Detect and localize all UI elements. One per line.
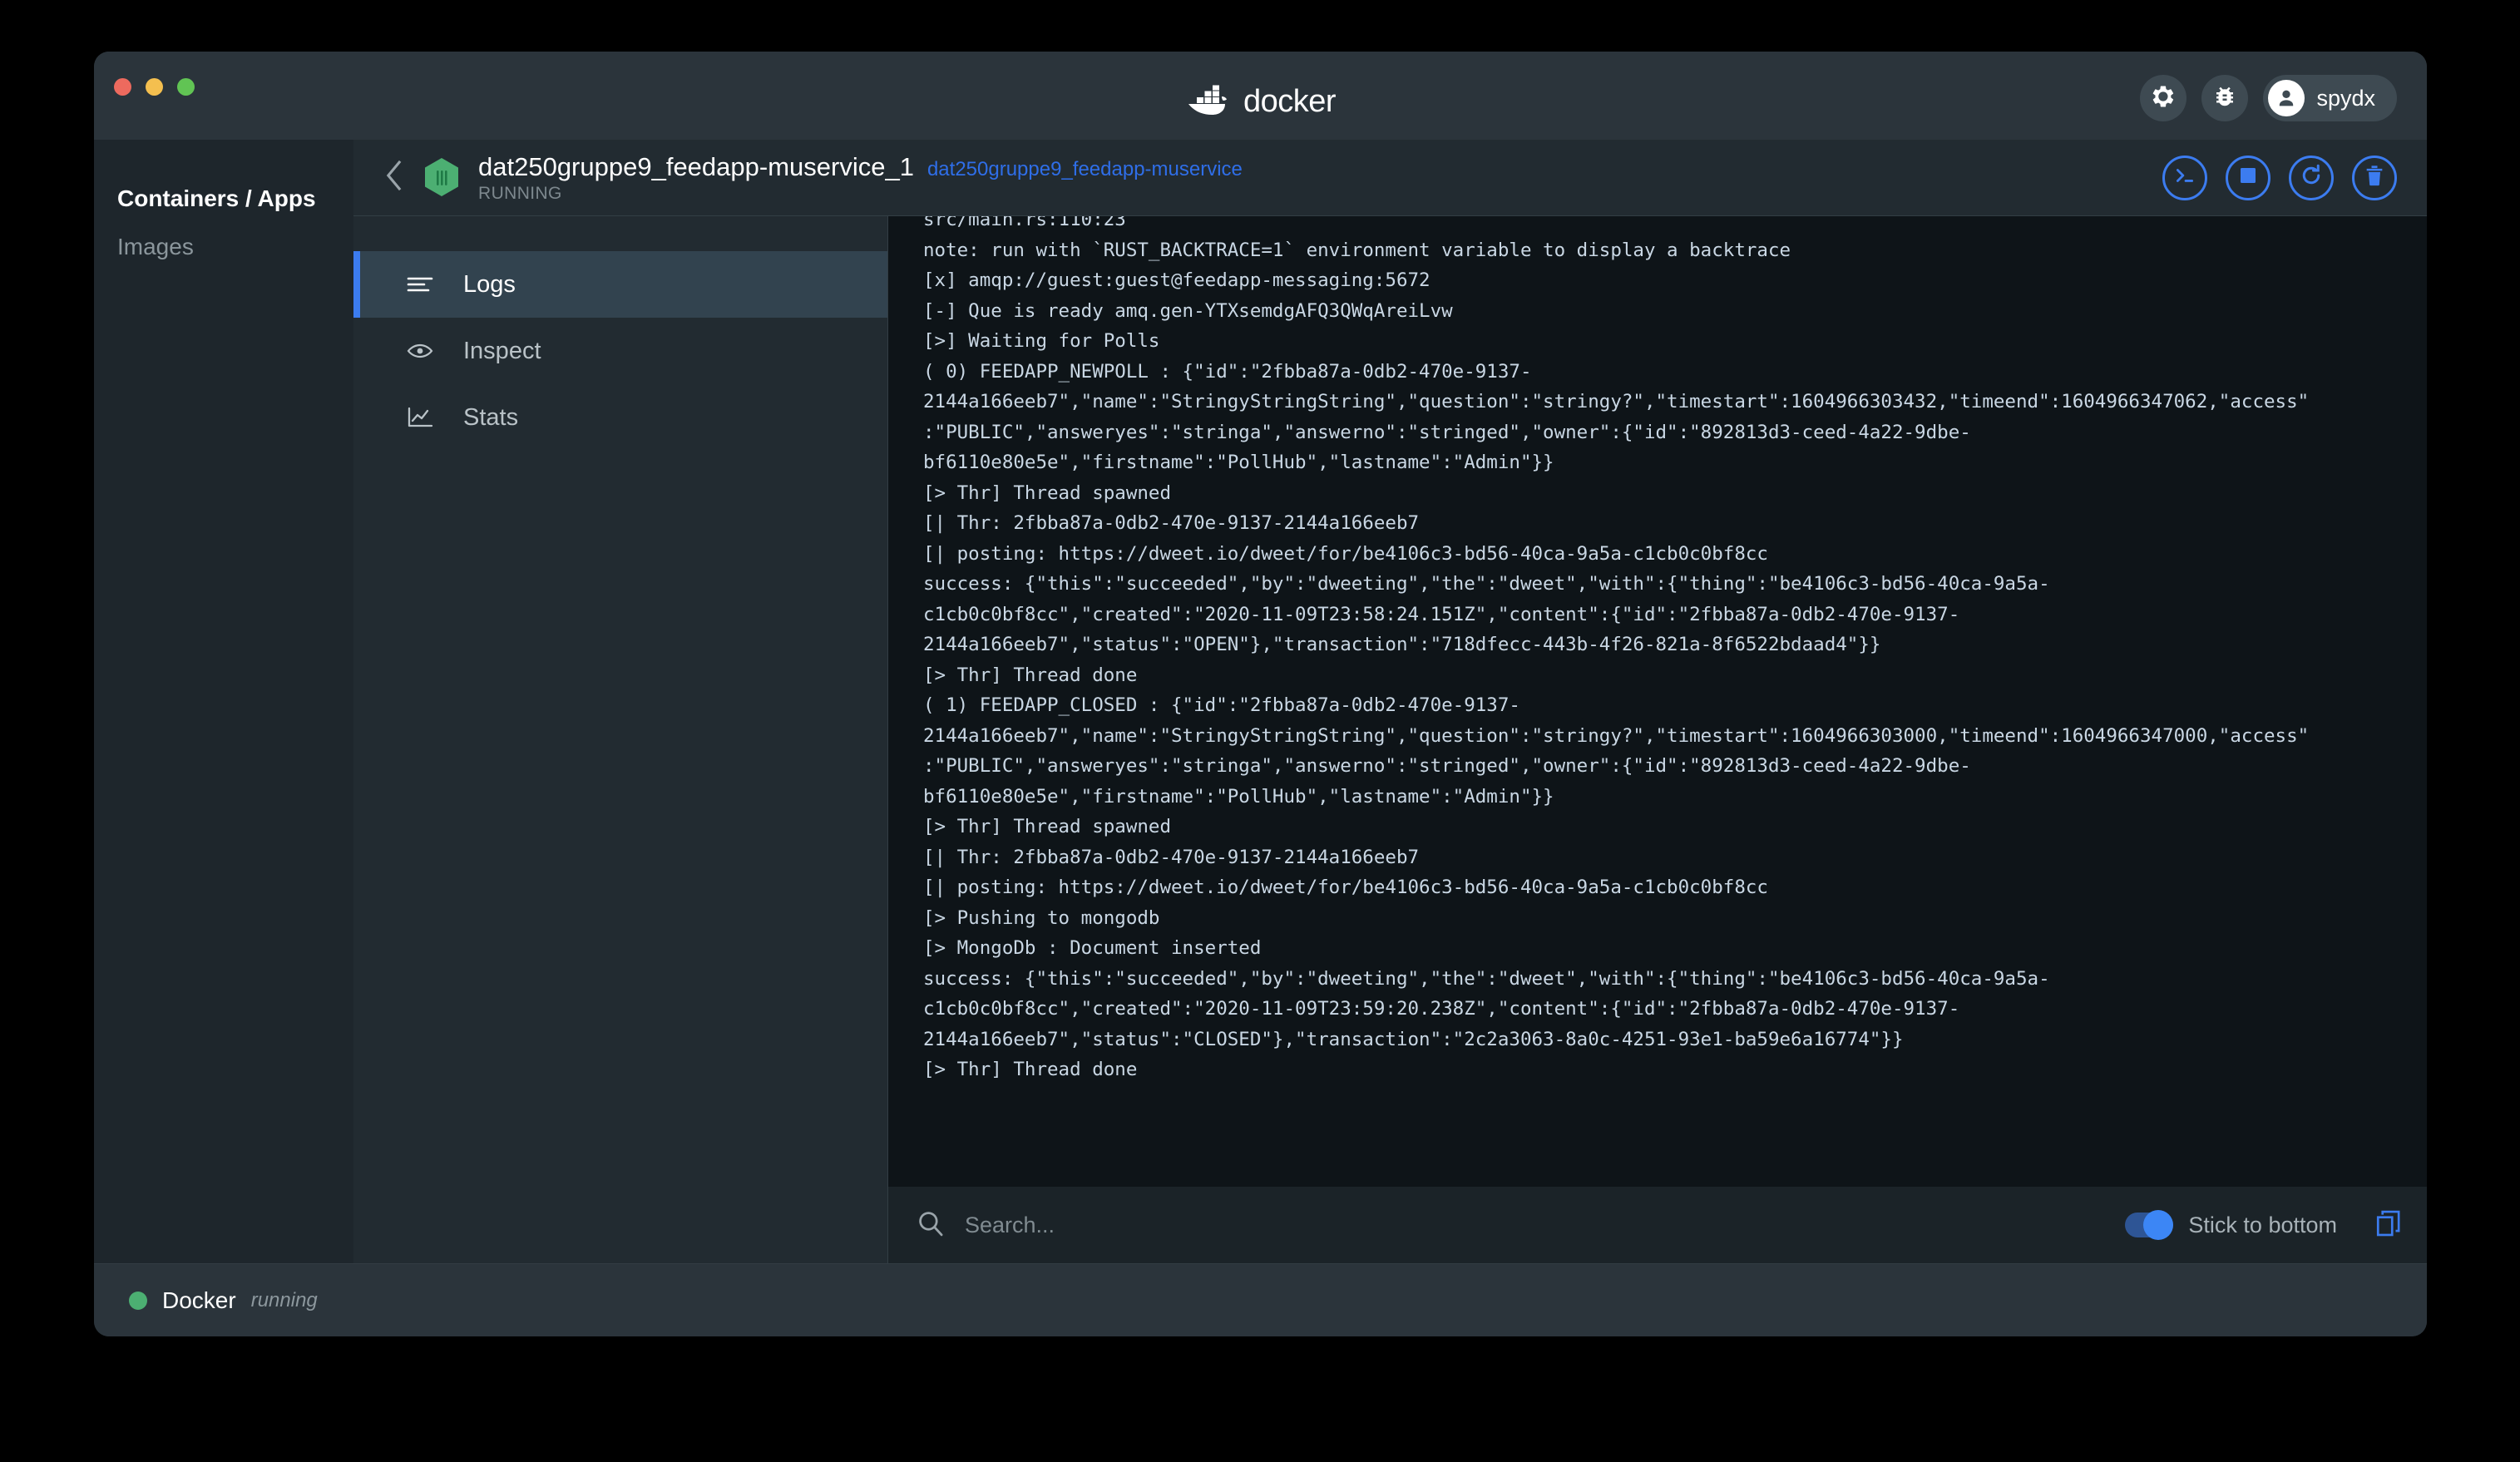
- detail-panel: Logs Inspect Stats src/main.rs:110:23 no…: [353, 216, 2427, 1263]
- docker-whale-icon: [1185, 83, 1232, 121]
- cli-button[interactable]: [2162, 155, 2207, 200]
- stop-square-icon: [2239, 166, 2257, 189]
- log-line: [x] amqp://guest:guest@feedapp-messaging…: [923, 269, 1430, 291]
- log-line: ( 1) FEEDAPP_CLOSED : {"id":"2fbba87a-0d…: [923, 694, 1520, 716]
- logs-lines-icon: [405, 274, 435, 294]
- toggle-switch[interactable]: [2125, 1210, 2174, 1240]
- stop-button[interactable]: [2226, 155, 2270, 200]
- log-line: c1cb0c0bf8cc","created":"2020-11-09T23:5…: [923, 998, 1960, 1020]
- content-area: dat250gruppe9_feedapp-muservice_1 dat250…: [353, 140, 2427, 1263]
- search-icon: [917, 1209, 945, 1242]
- log-line: [> Thr] Thread done: [923, 664, 1138, 686]
- log-line: note: run with `RUST_BACKTRACE=1` enviro…: [923, 239, 1791, 261]
- tab-inspect[interactable]: Inspect: [353, 318, 887, 384]
- tab-stats[interactable]: Stats: [353, 384, 887, 451]
- log-line: :"PUBLIC","answeryes":"stringa","answern…: [923, 755, 1971, 777]
- log-search-bar: Stick to bottom: [888, 1187, 2427, 1263]
- copy-logs-button[interactable]: [2375, 1209, 2402, 1242]
- back-button[interactable]: [372, 156, 417, 200]
- status-bar: Docker running: [94, 1263, 2427, 1336]
- sidebar-item-label: Containers / Apps: [117, 185, 316, 211]
- log-line: bf6110e80e5e","firstname":"PollHub","las…: [923, 452, 1554, 473]
- bug-icon: [2212, 84, 2237, 113]
- log-line: [| Thr: 2fbba87a-0db2-470e-9137-2144a166…: [923, 846, 1420, 868]
- window-traffic-lights: [114, 78, 195, 96]
- tab-label: Logs: [463, 270, 516, 298]
- gear-icon: [2151, 84, 2176, 113]
- chevron-left-icon: [383, 159, 406, 196]
- title-bar: docker spydx: [94, 52, 2427, 140]
- tab-label: Inspect: [463, 337, 541, 364]
- log-line: [>] Waiting for Polls: [923, 330, 1160, 352]
- log-line: [| posting: https://dweet.io/dweet/for/b…: [923, 542, 1768, 565]
- log-line: [> Thr] Thread spawned: [923, 816, 1172, 837]
- docker-logo: docker: [94, 83, 2427, 121]
- log-line: [-] Que is ready amq.gen-YTXsemdgAFQ3QWq…: [923, 299, 1453, 322]
- trash-icon: [2364, 164, 2385, 191]
- user-account-button[interactable]: spydx: [2263, 75, 2397, 121]
- sidebar-item-images[interactable]: Images: [94, 223, 353, 271]
- log-line: [> Thr] Thread done: [923, 1059, 1138, 1080]
- log-line: c1cb0c0bf8cc","created":"2020-11-09T23:5…: [923, 603, 1960, 625]
- tab-label: Stats: [463, 403, 519, 431]
- status-engine-state: running: [250, 1288, 318, 1311]
- container-image-link[interactable]: dat250gruppe9_feedapp-muservice: [927, 158, 1243, 181]
- container-state-badge: RUNNING: [478, 183, 562, 203]
- log-line: [| posting: https://dweet.io/dweet/for/b…: [923, 877, 1768, 898]
- status-engine-name: Docker: [162, 1287, 236, 1313]
- sidebar-item-containers-apps[interactable]: Containers / Apps: [94, 175, 353, 223]
- log-line: bf6110e80e5e","firstname":"PollHub","las…: [923, 785, 1554, 808]
- titlebar-actions: spydx: [2140, 75, 2397, 121]
- docker-desktop-window: docker spydx Containers / Apps Images da…: [94, 52, 2427, 1336]
- close-window-button[interactable]: [114, 78, 131, 96]
- search-input[interactable]: [965, 1212, 2089, 1238]
- docker-wordmark: docker: [1243, 84, 1337, 119]
- copy-icon: [2375, 1209, 2402, 1242]
- log-line: [> Pushing to mongodb: [923, 906, 1160, 929]
- sidebar: Containers / Apps Images: [94, 140, 353, 1263]
- toggle-knob: [2143, 1210, 2174, 1240]
- eye-icon: [405, 341, 435, 361]
- container-cube-icon: [422, 156, 462, 200]
- log-line: [> Thr] Thread spawned: [923, 482, 1172, 504]
- log-output[interactable]: src/main.rs:110:23 note: run with `RUST_B…: [888, 216, 2427, 1187]
- username-label: spydx: [2316, 85, 2375, 111]
- container-actions: [2162, 155, 2397, 200]
- detail-tabs: Logs Inspect Stats: [353, 216, 887, 1263]
- logs-panel: src/main.rs:110:23 note: run with `RUST_B…: [887, 216, 2427, 1263]
- container-name: dat250gruppe9_feedapp-muservice_1: [478, 151, 914, 181]
- status-indicator-dot: [129, 1291, 147, 1310]
- zoom-window-button[interactable]: [177, 78, 195, 96]
- log-line: 2144a166eeb7","status":"CLOSED"},"transa…: [923, 1028, 1904, 1050]
- restart-icon: [2299, 163, 2324, 192]
- sidebar-item-label: Images: [117, 234, 194, 259]
- log-line: 2144a166eeb7","status":"OPEN"},"transact…: [923, 634, 1881, 655]
- log-line: success: {"this":"succeeded","by":"dweet…: [923, 573, 2050, 595]
- log-line: [| Thr: 2fbba87a-0db2-470e-9137-2144a166…: [923, 512, 1420, 534]
- container-header: dat250gruppe9_feedapp-muservice_1 dat250…: [353, 140, 2427, 216]
- terminal-icon: [2173, 165, 2196, 190]
- log-line: ( 0) FEEDAPP_NEWPOLL : {"id":"2fbba87a-0…: [923, 360, 1532, 383]
- log-line: [> MongoDb : Document inserted: [923, 937, 1262, 959]
- chart-line-icon: [405, 407, 435, 428]
- log-line: src/main.rs:110:23: [923, 216, 1126, 230]
- tab-logs[interactable]: Logs: [353, 251, 887, 318]
- stick-to-bottom-label: Stick to bottom: [2188, 1212, 2337, 1237]
- container-identity: dat250gruppe9_feedapp-muservice_1 dat250…: [478, 152, 1243, 204]
- report-bug-button[interactable]: [2201, 75, 2249, 121]
- log-line: :"PUBLIC","answeryes":"stringa","answern…: [923, 421, 1971, 443]
- log-line: 2144a166eeb7","name":"StringyStringStrin…: [923, 724, 2310, 747]
- restart-button[interactable]: [2289, 155, 2334, 200]
- minimize-window-button[interactable]: [146, 78, 163, 96]
- app-body: Containers / Apps Images dat250gruppe9_f…: [94, 140, 2427, 1263]
- avatar: [2268, 80, 2305, 116]
- stick-to-bottom-toggle[interactable]: Stick to bottom: [2125, 1210, 2337, 1240]
- log-line: success: {"this":"succeeded","by":"dweet…: [923, 967, 2050, 990]
- log-line: 2144a166eeb7","name":"StringyStringStrin…: [923, 391, 2310, 412]
- settings-button[interactable]: [2140, 75, 2187, 121]
- delete-button[interactable]: [2352, 155, 2397, 200]
